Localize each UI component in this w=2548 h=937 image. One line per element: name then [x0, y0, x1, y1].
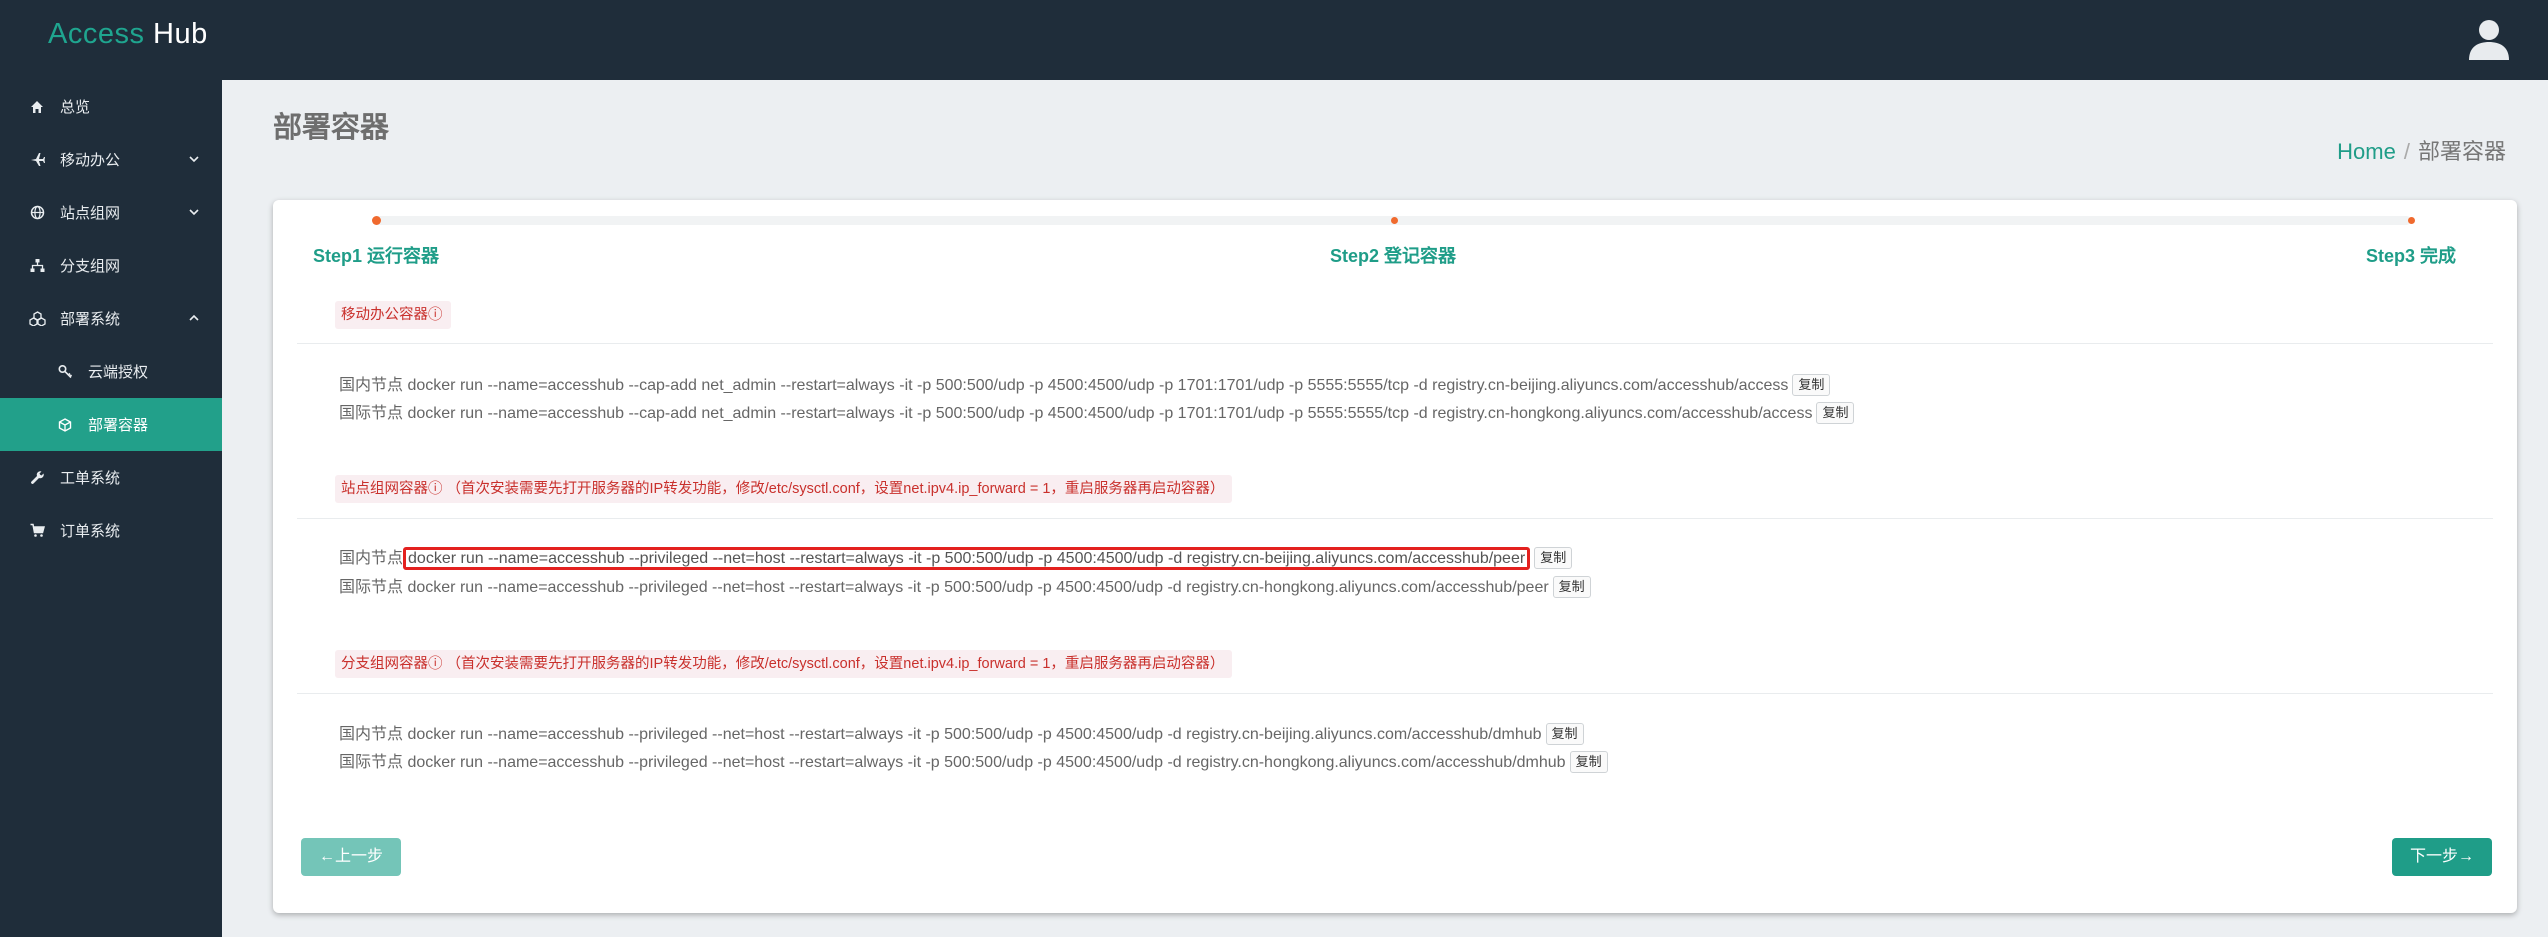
- sidebar-item-site-network[interactable]: 站点组网: [0, 186, 222, 239]
- page-title: 部署容器: [273, 112, 390, 144]
- command-text[interactable]: docker run --name=accesshub --privileged…: [407, 579, 1548, 596]
- sidebar-item-label: 总览: [60, 99, 91, 116]
- cube-icon: [56, 416, 74, 434]
- cubes-icon: [28, 310, 46, 328]
- wrench-icon: [28, 469, 46, 487]
- sidebar-item-cloud-auth[interactable]: 云端授权: [0, 345, 222, 398]
- command-text[interactable]: docker run --name=accesshub --privileged…: [407, 726, 1541, 743]
- top-bar: Access Hub: [0, 0, 2548, 80]
- command-line: 国际节点 docker run --name=accesshub --cap-a…: [339, 401, 1855, 427]
- node-prefix: 国内节点: [339, 550, 404, 567]
- copy-button[interactable]: 复制: [1545, 722, 1584, 745]
- breadcrumb-current: 部署容器: [2417, 139, 2506, 164]
- sidebar-item-label: 订单系统: [60, 523, 121, 540]
- brand-part-access: Access: [48, 18, 145, 50]
- breadcrumb-separator: /: [2403, 139, 2410, 164]
- sidebar-item-label: 云端授权: [88, 364, 149, 381]
- command-line: 国内节点 docker run --name=accesshub --privil…: [339, 546, 1573, 572]
- sitemap-icon: [28, 257, 46, 275]
- chevron-up-icon: [189, 314, 199, 321]
- sidebar-item-overview[interactable]: 总览: [0, 80, 222, 133]
- command-line: 国内节点 docker run --name=accesshub --cap-a…: [339, 373, 1831, 399]
- command-line: 国际节点 docker run --name=accesshub --privi…: [339, 750, 1608, 776]
- sidebar-item-label: 分支组网: [60, 258, 121, 275]
- section-divider: [297, 343, 2493, 344]
- chevron-down-icon: [189, 156, 199, 163]
- command-text[interactable]: docker run --name=accesshub --cap-add ne…: [407, 405, 1812, 422]
- sidebar-item-ticket-system[interactable]: 工单系统: [0, 451, 222, 504]
- node-prefix: 国内节点: [339, 726, 404, 743]
- node-prefix: 国际节点: [339, 405, 404, 422]
- home-icon: [28, 98, 46, 116]
- brand-part-hub: Hub: [153, 18, 208, 50]
- step-1-dot: [372, 216, 381, 225]
- section-tag-branch-network: 分支组网容器ⓘ （首次安装需要先打开服务器的IP转发功能，修改/etc/sysc…: [335, 650, 1233, 678]
- copy-button[interactable]: 复制: [1534, 546, 1573, 569]
- step-2-dot: [1391, 217, 1398, 224]
- breadcrumb: Home / 部署容器: [2337, 134, 2506, 166]
- sidebar-item-order-system[interactable]: 订单系统: [0, 504, 222, 557]
- section-tag-site-network: 站点组网容器ⓘ （首次安装需要先打开服务器的IP转发功能，修改/etc/sysc…: [335, 475, 1233, 503]
- next-step-button[interactable]: 下一步→: [2392, 838, 2492, 876]
- sidebar-item-mobile-office[interactable]: 移动办公: [0, 133, 222, 186]
- key-icon: [56, 363, 74, 381]
- sidebar-item-branch-network[interactable]: 分支组网: [0, 239, 222, 292]
- chevron-down-icon: [189, 209, 199, 216]
- command-text[interactable]: docker run --name=accesshub --privileged…: [407, 754, 1565, 771]
- sidebar-item-label: 站点组网: [60, 205, 121, 222]
- command-text-highlighted[interactable]: docker run --name=accesshub --privileged…: [403, 547, 1531, 570]
- user-icon[interactable]: [2466, 16, 2512, 62]
- node-prefix: 国际节点: [339, 754, 404, 771]
- copy-button[interactable]: 复制: [1552, 575, 1591, 598]
- sidebar-item-label: 工单系统: [60, 470, 121, 487]
- command-line: 国际节点 docker run --name=accesshub --privi…: [339, 575, 1591, 601]
- sidebar-item-label: 部署系统: [60, 311, 121, 328]
- sidebar-item-label: 移动办公: [60, 152, 121, 169]
- sidebar-item-label: 部署容器: [88, 417, 149, 434]
- step-3-label: Step3 完成: [2366, 246, 2457, 266]
- step-3-dot: [2408, 217, 2415, 224]
- section-divider: [297, 518, 2493, 519]
- previous-step-button[interactable]: ←上一步: [301, 838, 401, 876]
- sidebar-item-deploy-system[interactable]: 部署系统: [0, 292, 222, 345]
- breadcrumb-home-link[interactable]: Home: [2337, 139, 2396, 164]
- copy-button[interactable]: 复制: [1816, 401, 1855, 424]
- copy-button[interactable]: 复制: [1792, 373, 1831, 396]
- globe-icon: [28, 204, 46, 222]
- node-prefix: 国际节点: [339, 579, 404, 596]
- node-prefix: 国内节点: [339, 377, 404, 394]
- plane-icon: [28, 151, 46, 169]
- copy-button[interactable]: 复制: [1569, 750, 1608, 773]
- command-text[interactable]: docker run --name=accesshub --cap-add ne…: [407, 377, 1788, 394]
- cart-icon: [28, 522, 46, 540]
- section-tag-mobile-office: 移动办公容器ⓘ: [335, 301, 451, 329]
- sidebar-item-deploy-container[interactable]: 部署容器: [0, 398, 222, 451]
- sidebar: 总览 移动办公 站点组网 分支组网 部署系统 云端授权 部署容器 工单系统 订单…: [0, 80, 222, 937]
- step-2-label: Step2 登记容器: [1330, 246, 1457, 266]
- section-divider: [297, 693, 2493, 694]
- command-line: 国内节点 docker run --name=accesshub --privi…: [339, 722, 1584, 748]
- deploy-card: Step1 运行容器 Step2 登记容器 Step3 完成 移动办公容器ⓘ 国…: [273, 200, 2517, 913]
- step-1-label: Step1 运行容器: [313, 246, 440, 266]
- brand-logo[interactable]: Access Hub: [48, 18, 208, 51]
